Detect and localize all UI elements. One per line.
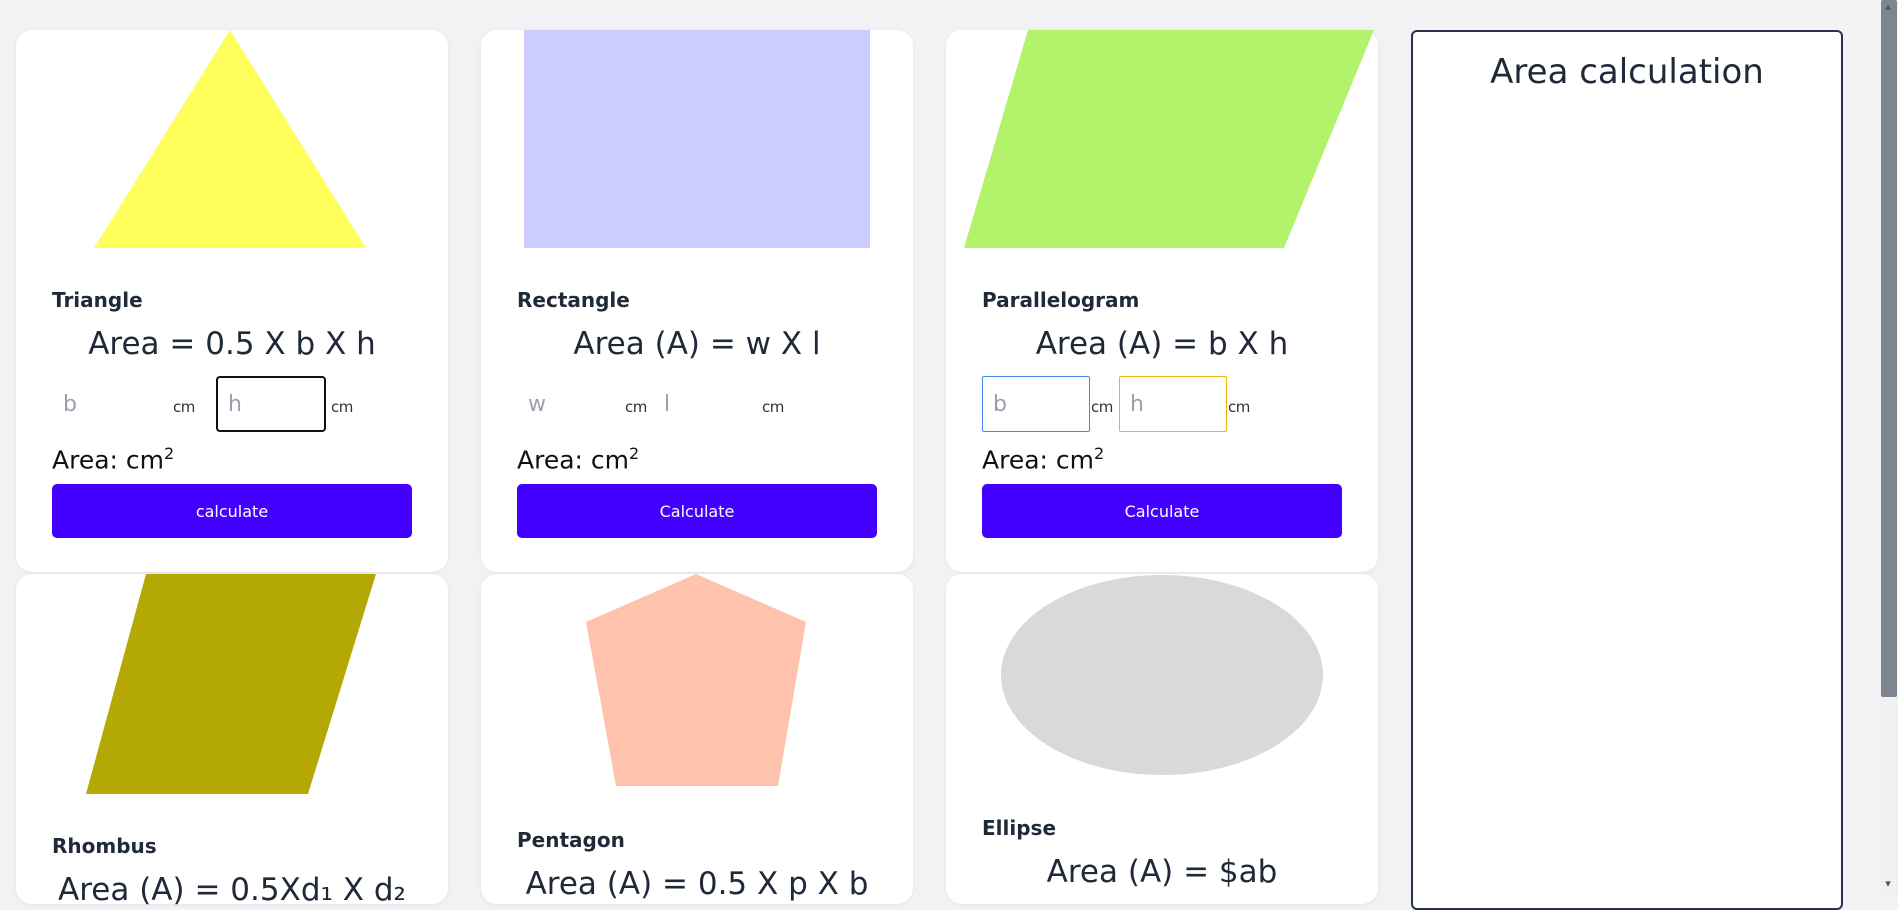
rectangle-formula: Area (A) = w X l (573, 326, 821, 362)
rectangle-length-input[interactable] (653, 376, 753, 432)
pentagon-title: Pentagon (517, 828, 625, 852)
rhombus-shape (86, 574, 376, 794)
rhombus-title: Rhombus (52, 834, 157, 858)
rectangle-length-unit: cm (762, 398, 784, 416)
parallelogram-height-input[interactable] (1119, 376, 1227, 432)
scroll-up-icon[interactable]: ▴ (1882, 1, 1894, 13)
parallelogram-base-unit: cm (1091, 398, 1113, 416)
ellipse-title: Ellipse (982, 816, 1057, 840)
parallelogram-base-input[interactable] (982, 376, 1090, 432)
triangle-result-label: Area: cm (52, 445, 164, 475)
parallelogram-result-exponent: 2 (1094, 444, 1105, 463)
scroll-down-icon[interactable]: ▾ (1882, 878, 1894, 890)
parallelogram-height-unit: cm (1228, 398, 1250, 416)
area-calculation-panel: Area calculation (1411, 30, 1843, 910)
scrollbar-thumb[interactable] (1881, 0, 1897, 697)
triangle-base-input[interactable] (52, 376, 172, 432)
parallelogram-inputs: cm cm (982, 376, 1352, 432)
triangle-card: Triangle Area = 0.5 X b X h cm cm Area: … (16, 30, 448, 572)
rectangle-result-label: Area: cm (517, 445, 629, 475)
parallelogram-result: Area: cm2 (982, 444, 1104, 474)
rectangle-card: Rectangle Area (A) = w X l cm cm Area: c… (481, 30, 913, 572)
pentagon-shape (586, 574, 806, 786)
rhombus-formula: Area (A) = 0.5Xd₁ X d₂ (58, 872, 406, 908)
rectangle-result-exponent: 2 (629, 444, 640, 463)
parallelogram-result-label: Area: cm (982, 445, 1094, 475)
panel-title: Area calculation (1490, 52, 1764, 92)
rhombus-card: Rhombus Area (A) = 0.5Xd₁ X d₂ (16, 574, 448, 908)
rectangle-title: Rectangle (517, 288, 630, 312)
ellipse-card: Ellipse Area (A) = $ab (946, 574, 1378, 904)
triangle-formula: Area = 0.5 X b X h (88, 326, 376, 362)
parallelogram-card: Parallelogram Area (A) = b X h cm cm Are… (946, 30, 1378, 572)
triangle-height-unit: cm (331, 398, 353, 416)
ellipse-formula: Area (A) = $ab (1046, 854, 1278, 890)
rectangle-result: Area: cm2 (517, 444, 639, 474)
rectangle-width-unit: cm (625, 398, 647, 416)
parallelogram-title: Parallelogram (982, 288, 1140, 312)
rectangle-inputs: cm cm (517, 376, 887, 432)
rectangle-calculate-button[interactable]: Calculate (517, 484, 877, 538)
triangle-result: Area: cm2 (52, 444, 174, 474)
rectangle-width-input[interactable] (517, 376, 621, 432)
parallelogram-shape (964, 30, 1374, 248)
triangle-height-input[interactable] (216, 376, 326, 432)
pentagon-formula: Area (A) = 0.5 X p X b (525, 866, 869, 902)
ellipse-shape (1001, 575, 1323, 775)
parallelogram-calculate-button[interactable]: Calculate (982, 484, 1342, 538)
triangle-inputs: cm cm (52, 376, 422, 432)
triangle-shape (94, 30, 366, 248)
triangle-title: Triangle (52, 288, 143, 312)
parallelogram-formula: Area (A) = b X h (1035, 326, 1289, 362)
triangle-calculate-button[interactable]: calculate (52, 484, 412, 538)
triangle-result-exponent: 2 (164, 444, 175, 463)
triangle-base-unit: cm (173, 398, 195, 416)
pentagon-card: Pentagon Area (A) = 0.5 X p X b (481, 574, 913, 904)
rectangle-shape (524, 30, 870, 248)
